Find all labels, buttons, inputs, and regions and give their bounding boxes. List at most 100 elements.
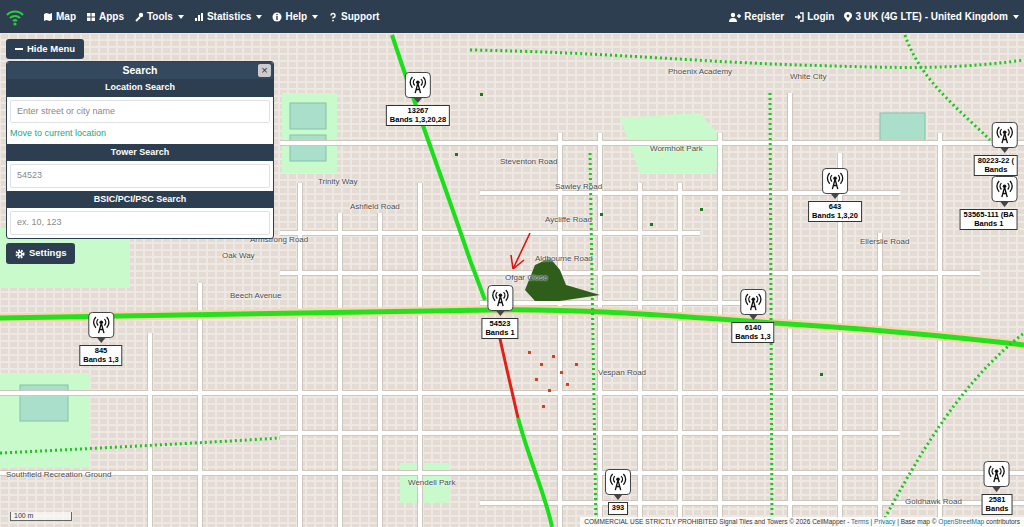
tower-id: 54523 [485,320,514,329]
minus-icon [15,45,23,53]
tower-bands: Bands 1,3 [83,356,118,365]
dropdown-caret [1013,15,1019,19]
street-label: Oak Way [222,252,255,261]
nav-map-icon [43,12,53,22]
nav-stats-icon [194,12,204,22]
map-marker-icon [844,12,852,22]
tower-label[interactable]: 80223-22 (Bands [974,155,1018,176]
street-label: Ellerslie Road [860,238,909,247]
tower-label[interactable]: 53565-111 (BABands 1 [960,209,1018,230]
tower-pin[interactable]: 6140Bands 1,3 [731,289,774,343]
street-label: Wormholt Park [650,145,703,154]
street-label: Trinity Way [318,178,357,187]
settings-button[interactable]: Settings [6,243,75,263]
nav-tools-icon [134,12,144,22]
tower-marker[interactable] [992,176,1018,202]
logo[interactable] [0,8,30,26]
tower-marker[interactable] [88,312,114,338]
nav-item[interactable]: Tools [129,9,189,24]
search-panel-header: Search× [7,62,273,79]
street-label: Aldbourne Road [535,255,593,264]
account-link[interactable]: Register [724,9,789,24]
tower-bands: Bands 1,3,20 [812,212,858,221]
tower-id: 13267 [390,107,446,116]
street-label: Phoenix Academy [668,68,732,77]
network-selector[interactable]: 3 UK (4G LTE) - United Kingdom [839,9,1024,24]
search-input[interactable] [10,100,270,124]
tower-label[interactable]: 643Bands 1,3,20 [808,201,862,222]
settings-label: Settings [29,246,66,260]
nav-item[interactable]: Support [323,9,384,24]
tower-pin[interactable]: 2581Bands [982,461,1013,515]
nav-item[interactable]: Map [38,9,81,24]
map[interactable]: Hide Menu Search×Location Search Move to c… [0,33,1024,527]
nav-item[interactable]: Apps [81,9,129,24]
nav-stats-icon [194,12,204,22]
account-link[interactable]: Login [789,9,839,24]
street-label: Southfield Recreation Ground [6,471,111,480]
attribution-link[interactable]: Terms [851,518,869,525]
tower-marker[interactable] [992,122,1018,148]
gear-icon [15,249,25,259]
login-icon [794,12,804,22]
nav-item[interactable]: Help [267,9,323,24]
hide-menu-button[interactable]: Hide Menu [6,39,84,59]
tower-bands: Bands 1 [964,220,1014,229]
section-header: BSIC/PCI/PSC Search [7,191,273,209]
street-label: Goldhawk Road [905,498,962,507]
login-icon [794,12,804,22]
attribution-link[interactable]: Privacy [874,518,895,525]
top-navbar: Map Apps Tools StatisticsHelp Support Registe… [0,0,1024,33]
dropdown-caret [178,15,184,19]
tower-label[interactable]: 54523Bands 1 [481,318,518,339]
tower-bands: Bands 1,3 [735,333,770,342]
tower-label[interactable]: 393 [608,502,629,515]
tower-pin[interactable]: 845Bands 1,3 [79,312,122,366]
dropdown-caret [256,15,262,19]
tower-label[interactable]: 845Bands 1,3 [79,345,122,366]
attribution: COMMERCIAL USE STRICTLY PROHIBITED Signa… [580,517,1024,527]
tower-pin[interactable]: 643Bands 1,3,20 [808,168,862,222]
tower-marker[interactable] [984,461,1010,487]
signal-logo-icon [5,8,25,26]
tower-label[interactable]: 13267Bands 1,3,20,28 [386,105,450,126]
nav-item[interactable]: Statistics [189,9,267,24]
nav-support-icon [328,12,338,22]
tower-marker[interactable] [822,168,848,194]
tower-id: 80223-22 ( [978,157,1014,166]
tower-bands: Bands 1,3,20,28 [390,116,446,125]
attribution-link[interactable]: OpenStreetMap [938,518,984,525]
nav-label: Support [341,9,379,24]
tower-marker[interactable] [405,72,431,98]
tower-id: 2581 [986,496,1009,505]
cell-tower-icon [826,172,844,190]
tower-marker[interactable] [487,285,513,311]
dropdown-caret [312,15,318,19]
nav-label: Apps [99,9,124,24]
tower-pin[interactable]: 53565-111 (BABands 1 [960,176,1018,230]
current-location-link[interactable]: Move to current location [7,126,273,144]
tower-pin[interactable]: 393 [605,469,631,515]
network-label: 3 UK (4G LTE) - United Kingdom [855,9,1008,24]
tower-pin[interactable]: 80223-22 (Bands [974,122,1018,176]
section-header: Location Search [7,79,273,97]
tower-marker[interactable] [605,469,631,495]
tower-bands: Bands [986,505,1009,514]
cell-tower-icon [996,126,1014,144]
tower-pin[interactable]: 13267Bands 1,3,20,28 [386,72,450,126]
tower-label[interactable]: 2581Bands [982,494,1013,515]
tower-bands: Bands [978,166,1014,175]
tower-pin[interactable]: 54523Bands 1 [481,285,518,339]
user-plus-icon [729,12,741,22]
tower-id: 845 [83,347,118,356]
tower-id: 643 [812,203,858,212]
tower-marker[interactable] [740,289,766,315]
nav-apps-icon [86,12,96,22]
search-input[interactable] [10,211,270,235]
search-input[interactable] [10,164,270,188]
cell-tower-icon [996,180,1014,198]
close-button[interactable]: × [258,64,271,77]
tower-bands: Bands 1 [485,329,514,338]
nav-label: Tools [147,9,173,24]
tower-label[interactable]: 6140Bands 1,3 [731,322,774,343]
